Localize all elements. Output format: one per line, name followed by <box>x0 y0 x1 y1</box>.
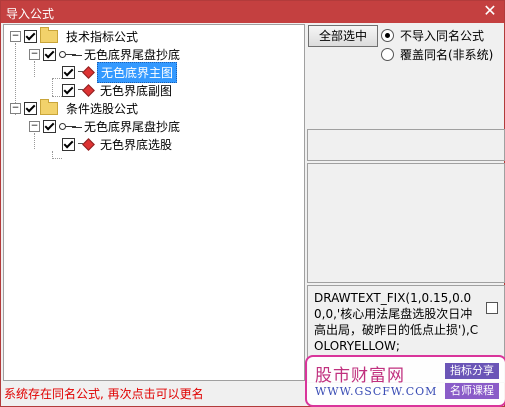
watermark-tag-course: 名师课程 <box>445 383 499 399</box>
watermark-site-name: 股市财富网 <box>315 366 405 386</box>
checkbox-checked[interactable] <box>62 137 75 151</box>
select-all-button[interactable]: 全部选中 <box>308 25 378 47</box>
formula-gem-icon <box>78 84 94 96</box>
watermark-tag-share: 指标分享 <box>445 363 499 379</box>
watermark-logo: 股市财富网 WWW.GSCFW.COM 指标分享 名师课程 <box>305 355 505 407</box>
tree-node-indicator-formulas[interactable]: − 技术指标公式 <box>10 26 141 45</box>
tree-node-stock-selection-formulas[interactable]: − 条件选股公式 <box>10 98 141 117</box>
tree-node-label: 条件选股公式 <box>66 101 139 116</box>
collapse-icon[interactable]: − <box>10 30 21 42</box>
description-panel <box>307 163 505 283</box>
folder-icon <box>40 26 58 43</box>
option-no-import-same-name[interactable]: 不导入同名公式 <box>381 26 484 44</box>
tree-node-label: 无色底界尾盘抄底 <box>84 119 181 134</box>
checkbox-checked[interactable] <box>43 47 56 61</box>
key-icon <box>59 49 77 59</box>
tree-node-formula[interactable]: − 无色底界尾盘抄底 <box>29 117 183 135</box>
title-bar[interactable]: 导入公式 ✕ <box>1 1 504 23</box>
tree-node-formula[interactable]: − 无色底界尾盘抄底 <box>29 45 183 63</box>
code-checkbox[interactable] <box>486 302 498 314</box>
formula-tree[interactable]: − 技术指标公式 − 无色底界尾盘抄底 无色底界主图 无色界底副图 − 条件选股… <box>3 24 305 381</box>
checkbox-checked[interactable] <box>24 29 37 43</box>
checkbox-checked[interactable] <box>24 101 37 115</box>
tree-leaf-main-chart[interactable]: 无色底界主图 <box>62 61 178 83</box>
info-field <box>307 129 505 161</box>
key-icon <box>59 121 77 131</box>
radio-selected[interactable] <box>381 28 394 42</box>
window-title: 导入公式 <box>6 7 55 21</box>
formula-gem-icon <box>78 66 94 78</box>
close-icon[interactable]: ✕ <box>482 3 498 19</box>
watermark-url: WWW.GSCFW.COM <box>315 385 438 398</box>
tree-leaf-label-selected[interactable]: 无色底界主图 <box>97 61 178 83</box>
option-overwrite-same-name[interactable]: 覆盖同名(非系统) <box>381 45 493 63</box>
tree-leaf-sub-chart[interactable]: 无色界底副图 <box>62 81 175 99</box>
radio-unselected[interactable] <box>381 47 394 61</box>
status-message: 系统存在同名公式, 再次点击可以更名 <box>4 387 204 401</box>
tree-leaf-stock-pick[interactable]: 无色界底选股 <box>62 135 175 153</box>
collapse-icon[interactable]: − <box>29 48 40 60</box>
option-label: 不导入同名公式 <box>400 28 485 43</box>
collapse-icon[interactable]: − <box>10 102 21 114</box>
checkbox-checked[interactable] <box>62 83 75 97</box>
tree-node-label: 技术指标公式 <box>66 29 139 44</box>
option-label: 覆盖同名(非系统) <box>400 47 494 62</box>
code-text: DRAWTEXT_FIX(1,0.15,0.00,0,'核心用法尾盘选股次日冲高… <box>314 291 479 353</box>
checkbox-checked[interactable] <box>43 119 56 133</box>
formula-gem-icon <box>78 138 94 150</box>
collapse-icon[interactable]: − <box>29 120 40 132</box>
import-formula-dialog: 导入公式 ✕ − 技术指标公式 − 无色底界尾盘抄底 无色底界主图 无色界底副图… <box>0 0 505 407</box>
folder-icon <box>40 98 58 115</box>
checkbox-checked[interactable] <box>62 65 75 79</box>
tree-leaf-label[interactable]: 无色界底选股 <box>97 135 175 154</box>
tree-leaf-label[interactable]: 无色界底副图 <box>97 81 175 100</box>
